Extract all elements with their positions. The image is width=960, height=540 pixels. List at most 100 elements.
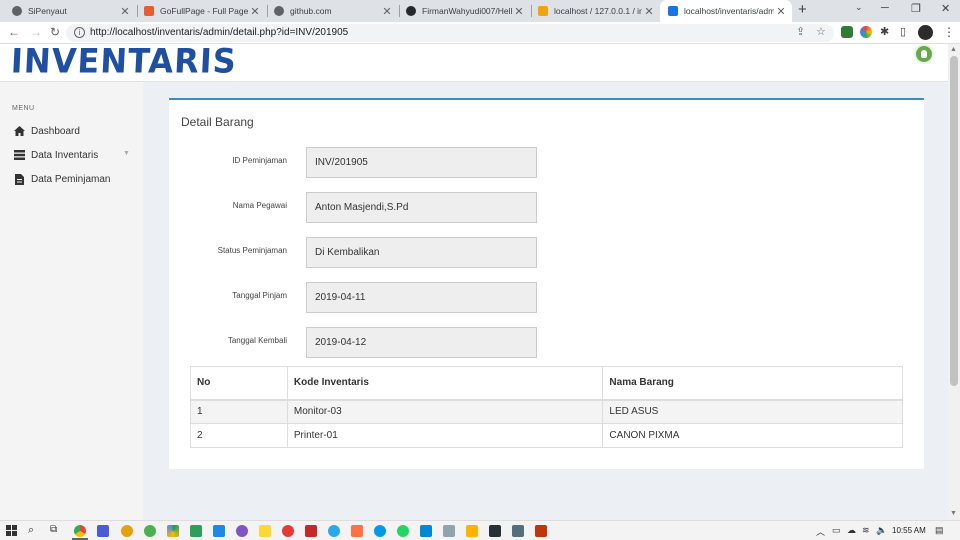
detail-box: Detail Barang ID Peminjaman INV/201905 N… <box>169 98 924 469</box>
tab-title: SiPenyaut <box>28 6 67 16</box>
app-logo[interactable]: INVENTARIS <box>10 44 238 81</box>
app-taskbar-icon[interactable] <box>144 525 156 537</box>
file-explorer-taskbar-icon[interactable] <box>466 525 478 537</box>
table-cell-kode-inventaris: Monitor-03 <box>286 399 604 424</box>
close-tab-icon[interactable]: ✕ <box>380 5 394 18</box>
restore-icon[interactable]: ❐ <box>911 2 921 15</box>
app-taskbar-icon[interactable] <box>236 525 248 537</box>
browser-tab-4[interactable]: FirmanWahyudi007/Hello-W ✕ <box>400 0 530 22</box>
page-scrollbar[interactable]: ▲ ▼ <box>948 44 960 520</box>
app-taskbar-icon[interactable] <box>282 525 294 537</box>
wifi-icon[interactable]: ≋ <box>862 525 870 536</box>
chevron-down-icon: ▼ <box>123 150 130 157</box>
field-label-tanggal-kembali: Tanggal Kembali <box>227 336 287 345</box>
status-peminjaman-field[interactable]: Di Kembalikan <box>306 237 537 268</box>
notification-icon[interactable]: ▤ <box>935 525 944 536</box>
table-row: 2 Printer-01 CANON PIXMA <box>190 423 903 448</box>
page-title: Detail Barang <box>181 115 254 129</box>
app-taskbar-icon[interactable] <box>535 525 547 537</box>
browser-menu-icon[interactable]: ⋮ <box>943 25 955 39</box>
list-icon <box>12 150 26 160</box>
browser-tab-6-active[interactable]: localhost/inventaris/admin ✕ <box>660 0 792 22</box>
table-cell-no: 2 <box>190 423 288 448</box>
window-close-icon[interactable]: ✕ <box>941 2 950 15</box>
app-taskbar-icon[interactable] <box>420 525 432 537</box>
close-tab-icon[interactable]: ✕ <box>512 5 526 18</box>
app-taskbar-icon[interactable] <box>190 525 202 537</box>
tray-overflow-icon[interactable]: ︿ <box>816 525 825 538</box>
page-icon <box>668 6 678 16</box>
globe-icon <box>274 6 284 16</box>
tanggal-pinjam-field[interactable]: 2019-04-11 <box>306 282 537 313</box>
minimize-icon[interactable]: ─ <box>881 2 889 14</box>
sidebar: MENU Dashboard Data Inventaris ▼ Data Pe… <box>0 82 143 520</box>
new-tab-button[interactable]: + <box>798 1 807 18</box>
browser-tab-2[interactable]: GoFullPage - Full Page Scre ✕ <box>138 0 266 22</box>
field-label-nama-pegawai: Nama Pegawai <box>232 201 287 210</box>
search-icon[interactable]: ⌕ <box>28 524 34 537</box>
field-label-status-peminjaman: Status Peminjaman <box>217 246 287 255</box>
chrome-taskbar-icon[interactable] <box>74 525 86 537</box>
back-icon[interactable]: ← <box>8 25 20 39</box>
document-icon <box>12 173 26 185</box>
sidebar-item-data-inventaris[interactable]: Data Inventaris ▼ <box>0 144 143 166</box>
task-view-icon[interactable]: ⧉ <box>50 524 57 535</box>
volume-icon[interactable]: 🔈 <box>876 525 887 536</box>
tab-title: localhost/inventaris/admin <box>684 6 774 16</box>
sidebar-item-label: Data Inventaris <box>31 149 99 161</box>
bookmark-star-icon[interactable]: ☆ <box>816 25 826 38</box>
tanggal-kembali-field[interactable]: 2019-04-12 <box>306 327 537 358</box>
close-tab-icon[interactable]: ✕ <box>642 5 656 18</box>
site-info-icon[interactable]: i <box>74 27 85 38</box>
telegram-taskbar-icon[interactable] <box>328 525 340 537</box>
clock[interactable]: 10:55 AM <box>892 526 926 535</box>
app-taskbar-icon[interactable] <box>443 525 455 537</box>
nama-pegawai-field[interactable]: Anton Masjendi,S.Pd <box>306 192 537 223</box>
profile-avatar[interactable] <box>918 25 933 40</box>
drive-taskbar-icon[interactable] <box>167 525 179 537</box>
column-header-no: No <box>190 366 288 400</box>
cloud-icon[interactable]: ☁ <box>847 525 856 536</box>
scroll-up-arrow-icon[interactable]: ▲ <box>950 46 957 53</box>
tab-title: github.com <box>290 6 332 16</box>
app-taskbar-icon[interactable] <box>259 525 271 537</box>
vscode-taskbar-icon[interactable] <box>213 525 225 537</box>
url-text[interactable]: http://localhost/inventaris/admin/detail… <box>90 27 348 38</box>
side-panel-icon[interactable]: ▯ <box>900 25 906 38</box>
phpmyadmin-icon <box>538 6 548 16</box>
id-peminjaman-field[interactable]: INV/201905 <box>306 147 537 178</box>
scrollbar-thumb[interactable] <box>950 56 958 386</box>
share-icon[interactable]: ⇪ <box>796 25 805 38</box>
field-label-id-peminjaman: ID Peminjaman <box>232 156 287 165</box>
whatsapp-taskbar-icon[interactable] <box>397 525 409 537</box>
app-taskbar-icon[interactable] <box>351 525 363 537</box>
filezilla-taskbar-icon[interactable] <box>305 525 317 537</box>
table-cell-nama-barang: LED ASUS <box>602 399 903 424</box>
extensions-puzzle-icon[interactable]: ✱ <box>880 25 889 38</box>
browser-tab-5[interactable]: localhost / 127.0.0.1 / inve ✕ <box>532 0 660 22</box>
tab-search-icon[interactable]: ⌄ <box>855 2 863 13</box>
reload-icon[interactable]: ↻ <box>50 25 60 39</box>
sidebar-item-dashboard[interactable]: Dashboard <box>0 120 143 142</box>
extension-icon[interactable] <box>841 26 853 38</box>
user-avatar[interactable] <box>914 44 934 64</box>
sidebar-item-data-peminjaman[interactable]: Data Peminjaman <box>0 168 143 190</box>
windows-start-icon[interactable] <box>6 525 17 536</box>
close-tab-icon[interactable]: ✕ <box>118 5 132 18</box>
browser-tab-1[interactable]: SiPenyaut ✕ <box>0 0 136 22</box>
address-bar[interactable]: i http://localhost/inventaris/admin/deta… <box>66 24 834 42</box>
gofullpage-icon <box>144 6 154 16</box>
close-tab-icon[interactable]: ✕ <box>248 5 262 18</box>
browser-tab-3[interactable]: github.com ✕ <box>268 0 398 22</box>
messenger-taskbar-icon[interactable] <box>374 525 386 537</box>
color-picker-extension-icon[interactable] <box>860 26 872 38</box>
battery-icon[interactable]: ▭ <box>832 525 841 536</box>
app-taskbar-icon[interactable] <box>121 525 133 537</box>
app-taskbar-icon[interactable] <box>512 525 524 537</box>
app-taskbar-icon[interactable] <box>97 525 109 537</box>
terminal-taskbar-icon[interactable] <box>489 525 501 537</box>
scroll-down-arrow-icon[interactable]: ▼ <box>950 510 957 517</box>
table-cell-nama-barang: CANON PIXMA <box>602 423 903 448</box>
forward-icon[interactable]: → <box>30 25 42 39</box>
close-tab-icon[interactable]: ✕ <box>774 5 788 18</box>
